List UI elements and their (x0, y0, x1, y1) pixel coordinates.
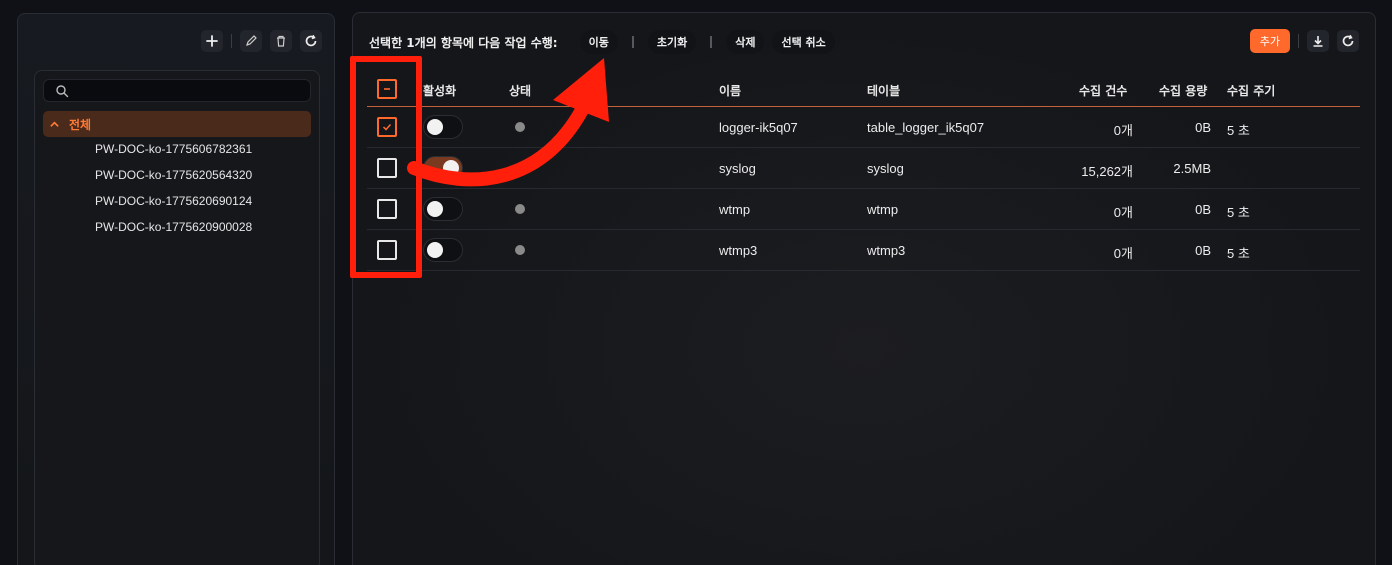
row-count: 0개 (1113, 123, 1133, 138)
log-table-panel: 선택한 1개의 항목에 다음 작업 수행: 이동 초기화 삭제 선택 취소 추가… (352, 12, 1376, 565)
chevron-up-icon[interactable] (43, 119, 65, 130)
reset-button[interactable]: 초기화 (647, 30, 697, 54)
active-toggle[interactable] (423, 197, 463, 221)
row-interval: 5 초 (1227, 246, 1250, 261)
toggle-knob (427, 119, 443, 135)
header-size[interactable]: 수집 용량 (1159, 82, 1207, 99)
pencil-icon (246, 35, 257, 46)
refresh-icon (1342, 34, 1354, 47)
row-size: 2.5MB (1173, 161, 1211, 176)
active-toggle[interactable] (423, 238, 463, 262)
tree-item[interactable]: PW-DOC-ko-1775620900028 (95, 220, 252, 234)
row-interval: 5 초 (1227, 123, 1250, 138)
divider (710, 36, 713, 48)
tree-search (43, 79, 311, 102)
divider (631, 36, 634, 48)
row-count: 0개 (1113, 246, 1133, 261)
table-toolbar: 추가 (1249, 29, 1359, 53)
row-size: 0B (1195, 243, 1211, 258)
delete-button[interactable]: 삭제 (726, 30, 765, 54)
add-button[interactable]: 추가 (1249, 29, 1290, 53)
status-dot (515, 122, 525, 132)
table-row[interactable]: logger-ik5q07 table_logger_ik5q07 0개 0B … (367, 107, 1360, 148)
tree-search-input[interactable] (76, 82, 306, 100)
row-count: 15,262개 (1081, 164, 1133, 179)
bulk-action-bar: 선택한 1개의 항목에 다음 작업 수행: 이동 초기화 삭제 선택 취소 (369, 30, 835, 54)
tree-root-label: 전체 (69, 117, 92, 132)
active-toggle[interactable] (423, 156, 463, 180)
header-interval[interactable]: 수집 주기 (1227, 82, 1275, 99)
add-group-button[interactable] (201, 30, 223, 52)
download-button[interactable] (1307, 30, 1329, 52)
toggle-knob (427, 201, 443, 217)
table-row[interactable]: wtmp wtmp 0개 0B 5 초 (367, 189, 1360, 230)
row-name: wtmp (719, 202, 751, 217)
row-size: 0B (1195, 120, 1211, 135)
delete-group-button[interactable] (270, 30, 292, 52)
header-active[interactable]: 활성화 (423, 82, 456, 99)
divider (231, 34, 232, 48)
status-dot (515, 163, 525, 173)
plus-icon (206, 35, 218, 47)
refresh-icon (305, 34, 317, 47)
tree-root-all[interactable]: 전체 (43, 111, 311, 137)
tree-container: 전체 PW-DOC-ko-1775606782361 PW-DOC-ko-177… (34, 70, 320, 565)
log-table: 활성화 상태 이름 테이블 수집 건수 수집 용량 수집 주기 logger-i… (367, 75, 1360, 271)
tree-toolbar (201, 30, 322, 52)
status-dot (515, 245, 525, 255)
row-name: logger-ik5q07 (719, 120, 798, 135)
search-icon (56, 85, 69, 98)
tree-item[interactable]: PW-DOC-ko-1775620690124 (95, 194, 252, 208)
tree-item[interactable]: PW-DOC-ko-1775620564320 (95, 168, 252, 182)
row-size: 0B (1195, 202, 1211, 217)
bulk-action-text: 선택한 1개의 항목에 다음 작업 수행: (369, 35, 558, 50)
deselect-button[interactable]: 선택 취소 (772, 30, 835, 54)
header-status[interactable]: 상태 (509, 82, 531, 99)
header-table[interactable]: 테이블 (867, 82, 900, 99)
refresh-tree-button[interactable] (300, 30, 322, 52)
tree-panel: 전체 PW-DOC-ko-1775606782361 PW-DOC-ko-177… (17, 13, 335, 565)
move-button[interactable]: 이동 (579, 30, 618, 54)
status-dot (515, 204, 525, 214)
table-row[interactable]: syslog syslog 15,262개 2.5MB (367, 148, 1360, 189)
table-header: 활성화 상태 이름 테이블 수집 건수 수집 용량 수집 주기 (367, 75, 1360, 107)
row-name: syslog (719, 161, 756, 176)
edit-group-button[interactable] (240, 30, 262, 52)
toggle-knob (427, 242, 443, 258)
annotation-highlight-box (350, 56, 422, 278)
row-table: wtmp3 (867, 243, 906, 258)
row-interval: 5 초 (1227, 205, 1250, 220)
toggle-knob (443, 160, 459, 176)
refresh-table-button[interactable] (1337, 30, 1359, 52)
active-toggle[interactable] (423, 115, 463, 139)
table-row[interactable]: wtmp3 wtmp3 0개 0B 5 초 (367, 230, 1360, 271)
download-icon (1313, 36, 1323, 47)
row-table: syslog (867, 161, 904, 176)
header-name[interactable]: 이름 (719, 82, 741, 99)
tree-item[interactable]: PW-DOC-ko-1775606782361 (95, 142, 252, 156)
row-table: wtmp (867, 202, 899, 217)
row-name: wtmp3 (719, 243, 758, 258)
row-count: 0개 (1113, 205, 1133, 220)
divider (1298, 34, 1299, 48)
row-table: table_logger_ik5q07 (867, 120, 985, 135)
trash-icon (277, 35, 285, 47)
header-count[interactable]: 수집 건수 (1079, 82, 1127, 99)
